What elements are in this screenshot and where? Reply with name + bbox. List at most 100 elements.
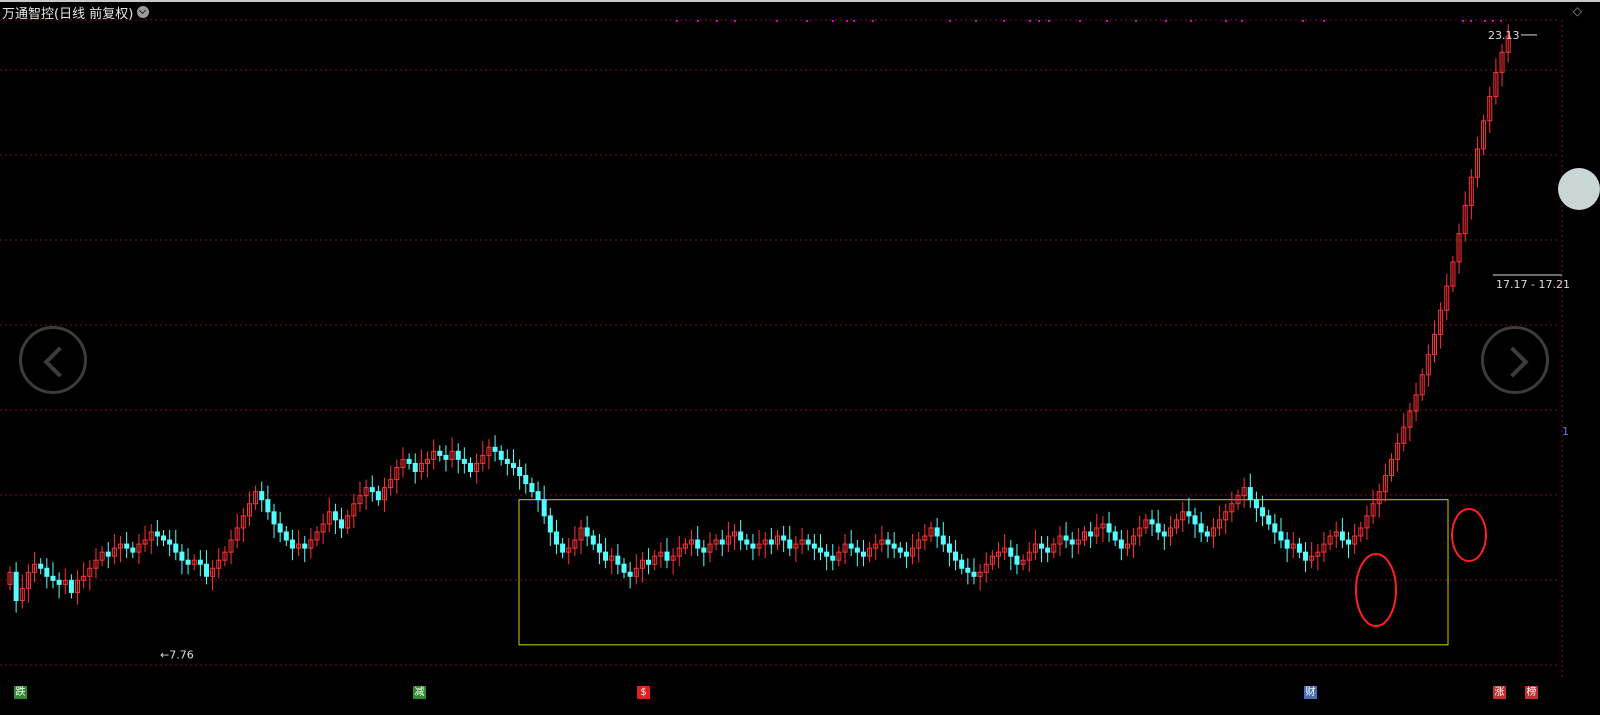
side-number: 1 [1562, 425, 1569, 438]
candle-body [646, 559, 652, 565]
event-dot [716, 20, 718, 22]
candle-body [535, 491, 541, 501]
event-dot [1048, 20, 1050, 22]
tag-dollar[interactable]: $ [637, 686, 650, 699]
candle-body [1039, 543, 1045, 549]
candle-body [744, 539, 750, 545]
candle-body [197, 559, 203, 565]
candle-body [529, 483, 535, 493]
candle-body [1161, 531, 1167, 537]
candle-body [787, 539, 793, 549]
event-dot [975, 20, 977, 22]
candle-body [701, 547, 707, 553]
event-dot [872, 20, 874, 22]
candle-body [277, 523, 283, 533]
candle-body [596, 543, 602, 553]
candle-body [375, 491, 381, 501]
prev-arrow-button[interactable] [19, 326, 87, 394]
candle-body [603, 551, 609, 561]
candle-body [891, 543, 897, 549]
candle-body [161, 535, 166, 541]
candle-body [719, 539, 725, 545]
candle-body [437, 450, 443, 456]
event-dot [1003, 20, 1005, 22]
candle-body [1278, 531, 1284, 541]
candle-body [971, 571, 977, 577]
candle-body [860, 551, 866, 557]
tag-zhang[interactable]: 涨 [1493, 686, 1506, 699]
consolidation-box [518, 499, 1449, 646]
event-dot [1029, 20, 1031, 22]
event-dot [1106, 20, 1108, 22]
candle-body [504, 458, 510, 464]
side-panel-toggle[interactable] [1558, 168, 1600, 210]
candle-body [1008, 547, 1014, 557]
candle-body [805, 539, 811, 545]
candlestick-chart: 23.13 ←7.76 17.17 - 17.21 [0, 19, 1570, 680]
candle-body [817, 547, 823, 553]
candle-body [1186, 511, 1192, 517]
candle-body [854, 547, 860, 553]
candle-body [13, 571, 19, 601]
candle-body [953, 551, 959, 561]
event-dot [697, 20, 699, 22]
candle-body [1118, 539, 1124, 549]
candle-body [498, 450, 504, 460]
candle-body [1192, 515, 1198, 525]
tag-bang[interactable]: 榜 [1525, 686, 1538, 699]
event-dot [1492, 20, 1494, 22]
candle-body [492, 446, 498, 452]
candle-body [56, 579, 62, 585]
event-dot [1500, 20, 1502, 22]
candle-body [959, 559, 965, 569]
candle-body [830, 555, 836, 561]
candle-body [332, 511, 338, 521]
candle-body [1266, 515, 1272, 525]
candle-body [1014, 555, 1020, 565]
tag-die[interactable]: 跌 [14, 686, 27, 699]
candle-body [1272, 523, 1278, 533]
candle-body [179, 551, 185, 561]
candle-body [627, 571, 633, 577]
candle-body [541, 499, 547, 517]
candle-body [265, 499, 271, 513]
candle-body [1045, 547, 1051, 553]
candle-body [1260, 507, 1266, 517]
candle-body [1253, 499, 1259, 509]
candle-body [517, 466, 523, 477]
candle-body [768, 539, 774, 545]
event-dot [1225, 20, 1227, 22]
candle-body [940, 535, 946, 545]
event-dot [1462, 20, 1464, 22]
candle-body [1149, 519, 1155, 525]
event-dot [1323, 20, 1325, 22]
candle-body [1112, 531, 1118, 541]
candle-body [259, 491, 265, 501]
candle-body [738, 531, 744, 541]
candle-body [105, 551, 111, 557]
candle-body [1088, 531, 1094, 537]
candle-body [848, 543, 854, 549]
candle-body [1284, 539, 1290, 549]
candle-body [885, 539, 891, 545]
candle-body [584, 527, 590, 537]
event-dot [1079, 20, 1081, 22]
event-dot [1484, 20, 1486, 22]
candle-body [615, 555, 621, 565]
tag-jian[interactable]: 减 [413, 686, 426, 699]
candle-body [560, 543, 566, 553]
event-dot [846, 20, 848, 22]
candle-body [1303, 551, 1309, 561]
event-dot [1038, 20, 1040, 22]
candle-body [1247, 487, 1253, 501]
candle-body [695, 539, 701, 549]
candle-body [824, 551, 830, 557]
candle-body [68, 579, 74, 593]
annotation-ellipse [1451, 508, 1487, 562]
next-arrow-button[interactable] [1481, 326, 1549, 394]
event-dot [853, 20, 855, 22]
event-dot [776, 20, 778, 22]
event-dot [1165, 20, 1167, 22]
tag-cai[interactable]: 财 [1304, 686, 1317, 699]
candle-body [897, 547, 903, 553]
